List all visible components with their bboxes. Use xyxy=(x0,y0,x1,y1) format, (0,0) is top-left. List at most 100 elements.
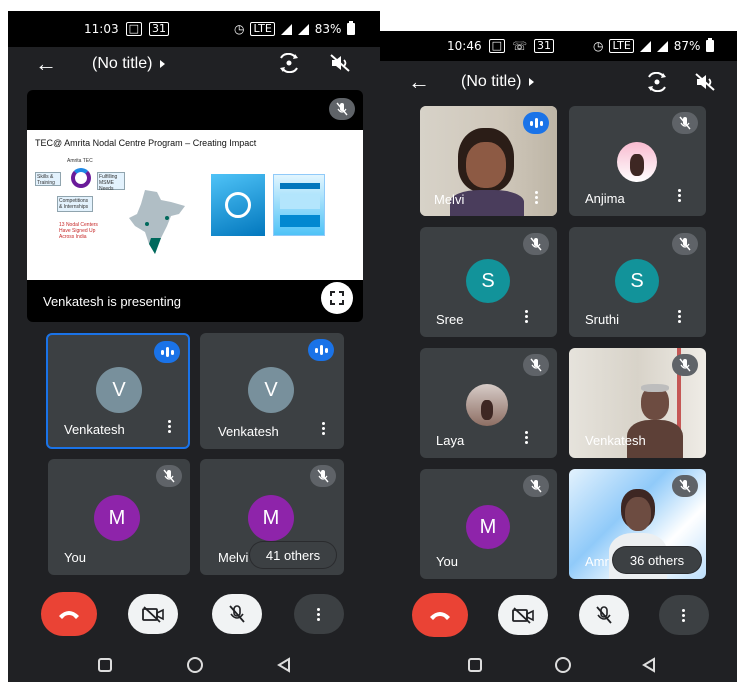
signal-icon xyxy=(639,40,651,52)
slide-logo xyxy=(71,168,91,188)
speaker-off-icon[interactable] xyxy=(694,72,716,92)
more-vert-icon[interactable] xyxy=(525,308,529,325)
signal-icon xyxy=(297,23,309,35)
cast-icon: □ xyxy=(125,22,142,36)
india-map-image xyxy=(129,190,185,254)
presentation-view[interactable]: TEC@ Amrita Nodal Centre Program – Creat… xyxy=(27,90,363,322)
participant-name: You xyxy=(64,550,86,565)
meeting-title-text: (No title) xyxy=(92,55,153,72)
end-call-button[interactable] xyxy=(412,593,468,637)
slide-title: TEC@ Amrita Nodal Centre Program – Creat… xyxy=(35,138,257,148)
more-options-button[interactable] xyxy=(659,595,709,635)
more-vert-icon xyxy=(317,606,321,623)
mic-off-icon xyxy=(672,233,698,255)
participant-name: Laya xyxy=(436,433,465,448)
recents-icon[interactable] xyxy=(468,658,482,672)
mic-off-icon xyxy=(310,465,336,487)
alarm-icon: ◷ xyxy=(593,39,604,53)
presenting-caption: Venkatesh is presenting xyxy=(43,294,182,309)
camera-toggle-button[interactable] xyxy=(498,595,548,635)
slide-note: 13 Nodal Centers Have Signed Up Across I… xyxy=(59,222,98,240)
signal-icon xyxy=(656,40,668,52)
switch-camera-icon[interactable] xyxy=(646,72,668,92)
mic-toggle-button[interactable] xyxy=(579,595,629,635)
participant-tile[interactable]: Anjima xyxy=(569,106,706,216)
meeting-top-bar: ← (No title) xyxy=(8,42,380,86)
more-vert-icon[interactable] xyxy=(535,189,539,206)
right-phone-screen: 10:46 □ ☏ 31 ◷ LTE 87% ← (No title) Melv… xyxy=(380,31,737,682)
fullscreen-button[interactable] xyxy=(321,282,353,314)
slide-image-1 xyxy=(211,174,265,236)
battery-icon xyxy=(706,38,715,52)
slide-image-2 xyxy=(273,174,325,236)
mic-off-icon xyxy=(523,233,549,255)
mic-off-icon xyxy=(523,475,549,497)
end-call-button[interactable] xyxy=(41,592,97,636)
volte-icon: LTE xyxy=(250,22,275,36)
slide-box-skills: Skills & Training xyxy=(35,172,61,186)
back-arrow-icon[interactable]: ← xyxy=(408,69,430,95)
cast-icon: □ xyxy=(488,39,505,53)
speaker-off-icon[interactable] xyxy=(329,53,351,73)
home-icon[interactable] xyxy=(555,657,571,673)
avatar: M xyxy=(466,505,510,549)
back-arrow-icon[interactable]: ← xyxy=(35,51,57,77)
meeting-title[interactable]: (No title) xyxy=(461,73,535,91)
triangle-right-icon xyxy=(529,78,535,86)
battery-percent: 83% xyxy=(314,22,342,36)
volte-icon: LTE xyxy=(609,39,634,53)
back-icon[interactable] xyxy=(277,657,291,673)
system-nav-bar xyxy=(8,652,380,682)
participant-tile[interactable]: S Sree xyxy=(420,227,557,337)
whatsapp-icon: ☏ xyxy=(512,39,528,53)
participant-tile[interactable]: S Sruthi xyxy=(569,227,706,337)
participant-name: Venkatesh xyxy=(64,422,125,437)
participant-tile[interactable]: M You xyxy=(48,459,190,575)
camera-off-icon xyxy=(142,606,164,623)
participant-tile[interactable]: Venkatesh xyxy=(569,348,706,458)
battery-icon xyxy=(347,21,356,35)
switch-camera-icon[interactable] xyxy=(278,53,300,73)
status-bar: 10:46 □ ☏ 31 ◷ LTE 87% xyxy=(380,31,737,61)
participant-tile[interactable]: V Venkatesh xyxy=(46,333,190,449)
mic-off-icon xyxy=(596,606,612,624)
participant-name: Sruthi xyxy=(585,312,619,327)
home-icon[interactable] xyxy=(187,657,203,673)
fullscreen-icon xyxy=(330,291,344,305)
mic-off-icon xyxy=(156,465,182,487)
avatar-photo xyxy=(466,384,508,426)
avatar: V xyxy=(248,367,294,413)
others-button[interactable]: 36 others xyxy=(613,547,701,573)
more-vert-icon[interactable] xyxy=(168,418,172,435)
more-vert-icon[interactable] xyxy=(525,429,529,446)
slide-box-msme: Fulfilling MSME Needs xyxy=(97,172,125,192)
participant-tile[interactable]: Laya xyxy=(420,348,557,458)
slide-box-competitions: Competitions & Internships xyxy=(57,196,93,212)
recents-icon[interactable] xyxy=(98,658,112,672)
mic-toggle-button[interactable] xyxy=(212,594,262,634)
meeting-title[interactable]: (No title) xyxy=(92,55,166,73)
more-vert-icon[interactable] xyxy=(678,308,682,325)
slide-org: Amrita TEC xyxy=(67,158,93,164)
participant-name: Venkatesh xyxy=(585,433,646,448)
end-call-icon xyxy=(430,612,450,620)
participant-tile[interactable]: Melvi xyxy=(420,106,557,216)
more-vert-icon[interactable] xyxy=(322,420,326,437)
back-icon[interactable] xyxy=(642,657,656,673)
more-options-button[interactable] xyxy=(294,594,344,634)
participant-name: Venkatesh xyxy=(218,424,279,439)
system-nav-bar xyxy=(380,652,737,682)
participant-tile[interactable]: V Venkatesh xyxy=(200,333,344,449)
meeting-top-bar: ← (No title) xyxy=(380,60,737,104)
participant-tile[interactable]: M You xyxy=(420,469,557,579)
alarm-icon: ◷ xyxy=(234,22,245,36)
clock: 11:03 xyxy=(84,22,119,36)
shared-slide: TEC@ Amrita Nodal Centre Program – Creat… xyxy=(27,130,363,280)
mic-off-icon xyxy=(229,605,245,623)
end-call-icon xyxy=(59,611,79,619)
camera-off-icon xyxy=(512,607,534,624)
camera-toggle-button[interactable] xyxy=(128,594,178,634)
participant-name: Melvi xyxy=(218,550,249,565)
others-button[interactable]: 41 others xyxy=(250,542,336,568)
more-vert-icon[interactable] xyxy=(678,187,682,204)
